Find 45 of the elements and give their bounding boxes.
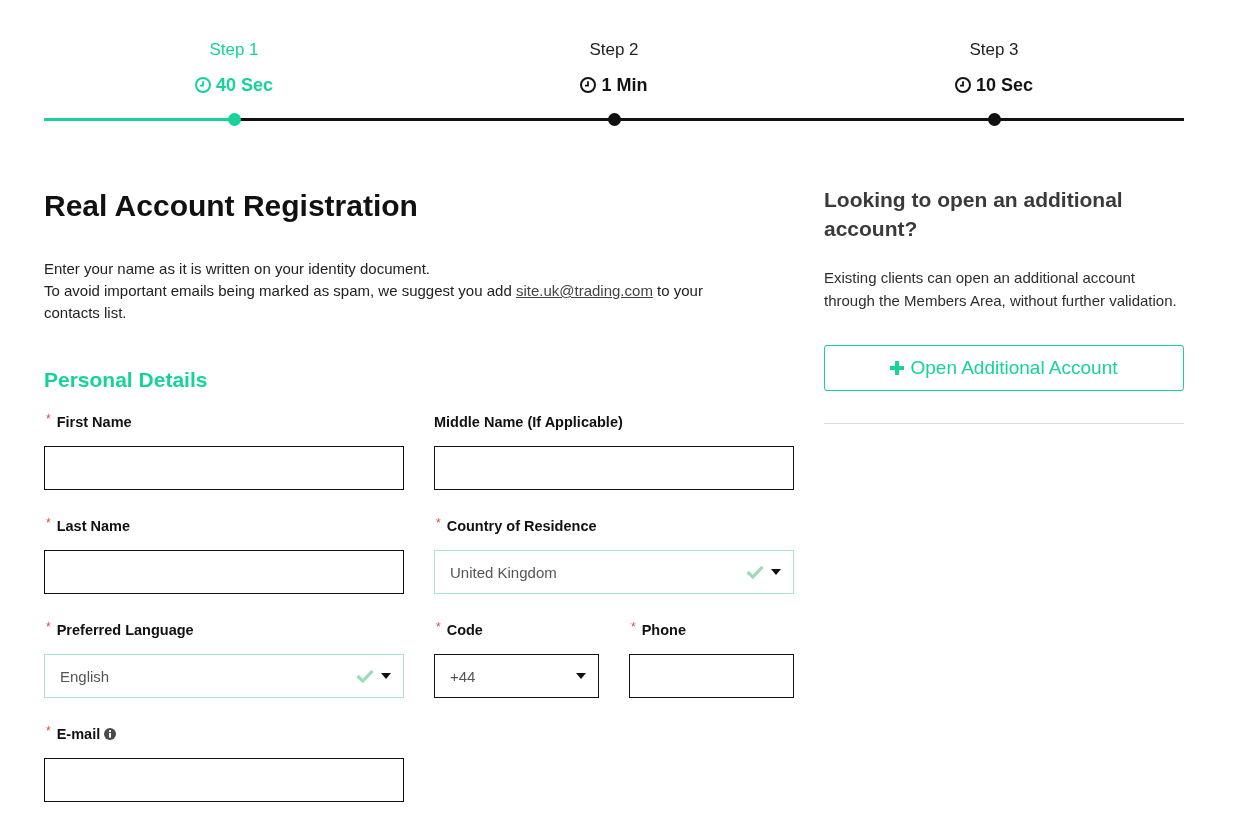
input-field[interactable] bbox=[629, 654, 794, 698]
input-field[interactable] bbox=[44, 446, 404, 490]
required-asterisk: * bbox=[46, 413, 51, 425]
section-title: Personal Details bbox=[44, 367, 209, 393]
step-duration: 40 Sec bbox=[215, 74, 274, 97]
sidebar-text: Existing clients can open an additional account through the Members Area, without further validation. bbox=[824, 268, 1178, 311]
required-asterisk: * bbox=[46, 517, 51, 529]
input-field[interactable] bbox=[44, 758, 404, 802]
plus-icon bbox=[890, 361, 905, 375]
clock-icon bbox=[580, 77, 597, 93]
step-label: Step 3 bbox=[969, 39, 1019, 61]
input-field[interactable] bbox=[44, 550, 404, 594]
select-field[interactable]: English bbox=[44, 654, 404, 698]
field-label: E-mail bbox=[56, 725, 101, 744]
input-field[interactable] bbox=[434, 446, 794, 490]
check-icon bbox=[746, 565, 764, 579]
check-icon bbox=[356, 669, 374, 683]
required-asterisk: * bbox=[436, 517, 441, 529]
clock-icon bbox=[194, 77, 211, 93]
select-field[interactable]: United Kingdom bbox=[434, 550, 794, 594]
field-label: Phone bbox=[641, 621, 686, 640]
step-duration: 10 Sec bbox=[975, 74, 1034, 97]
caret-icon bbox=[381, 673, 391, 679]
field-label: First Name bbox=[56, 413, 132, 432]
required-asterisk: * bbox=[46, 621, 51, 633]
required-asterisk: * bbox=[46, 725, 51, 737]
field-label: Last Name bbox=[56, 517, 130, 536]
caret-icon bbox=[576, 673, 586, 679]
step-duration: 1 Min bbox=[601, 74, 648, 97]
field-label: Preferred Language bbox=[56, 621, 194, 640]
intro-text: Enter your name as it is written on your identity document. bbox=[44, 259, 431, 279]
select-field[interactable]: +44 bbox=[434, 654, 599, 698]
page-title: Real Account Registration bbox=[44, 188, 419, 224]
caret-icon bbox=[771, 569, 781, 575]
clock-icon bbox=[954, 77, 971, 93]
field-label: Code bbox=[446, 621, 483, 640]
step-label: Step 1 bbox=[209, 39, 259, 61]
sidebar-title: Looking to open an additional account? bbox=[824, 187, 1124, 242]
intro-text: To avoid important emails being marked as spam, we suggest you add site.uk@trading.com to your contacts list. bbox=[44, 281, 704, 323]
required-asterisk: * bbox=[436, 621, 441, 633]
required-asterisk: * bbox=[631, 621, 636, 633]
field-label: Country of Residence bbox=[446, 517, 597, 536]
step-label: Step 2 bbox=[589, 39, 639, 61]
field-label: Middle Name (If Applicable) bbox=[434, 413, 623, 432]
email-link[interactable]: site.uk@trading.com bbox=[515, 282, 653, 299]
